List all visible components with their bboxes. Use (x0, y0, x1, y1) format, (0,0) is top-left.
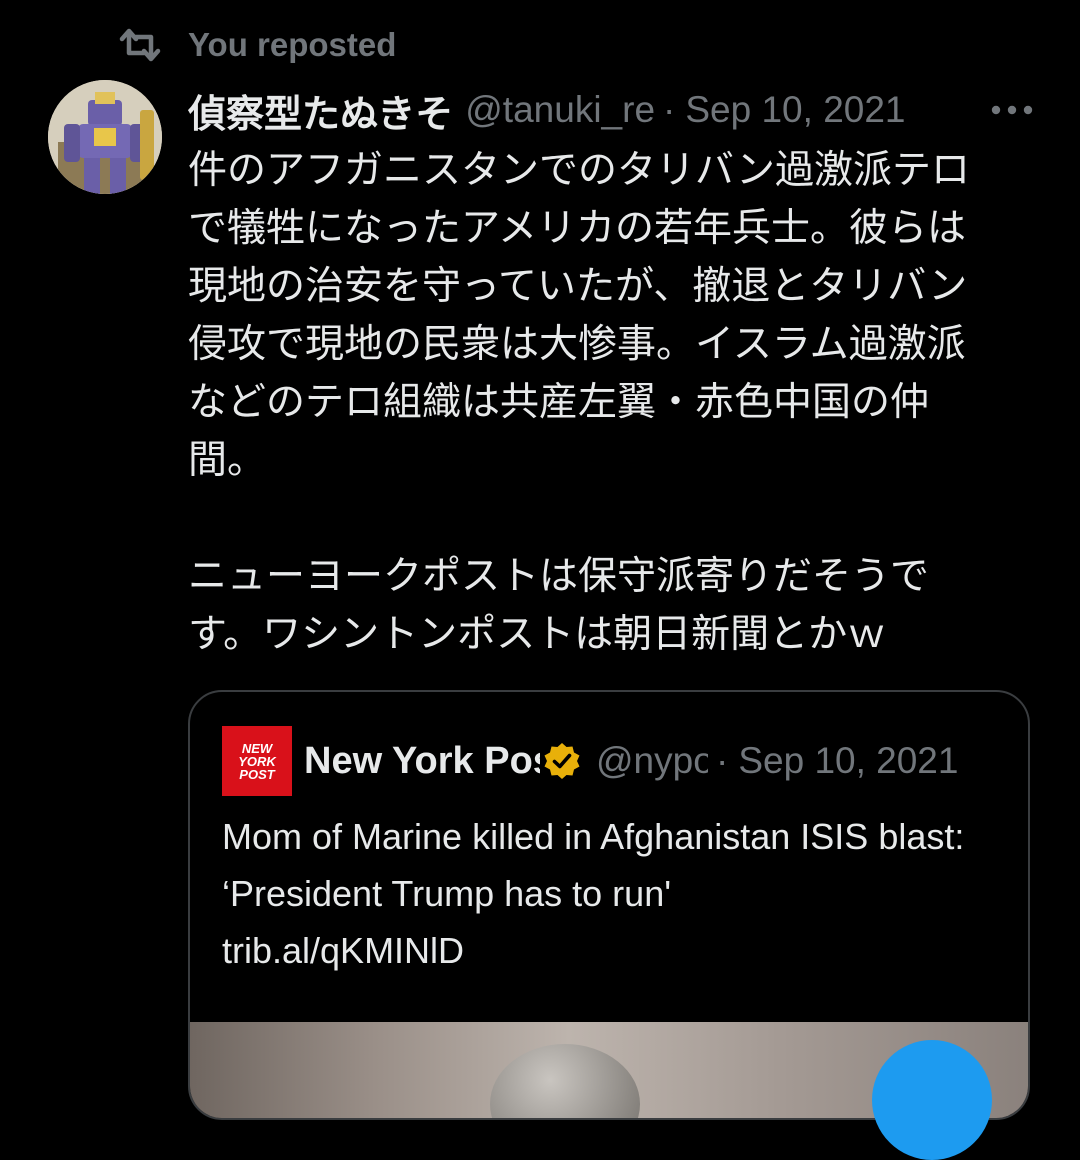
tweet-date[interactable]: Sep 10, 2021 (685, 89, 905, 131)
quoted-tweet-text: Mom of Marine killed in Afghanistan ISIS… (222, 808, 1012, 979)
repost-label: You reposted (188, 26, 397, 63)
repost-icon (118, 27, 162, 63)
quoted-link[interactable]: trib.al/qKMINlD (222, 922, 1012, 979)
logo-line-1: NEW (241, 740, 273, 756)
tweet-text: 件のアフガニスタンでのタリバン過激派テロ で犠牲になったアメリカの若年兵士。彼ら… (188, 148, 970, 657)
avatar[interactable] (48, 80, 162, 194)
author-name[interactable]: 偵察型たぬきそ (188, 83, 453, 138)
verified-badge-icon (542, 741, 582, 781)
logo-line-2: YORK (238, 753, 276, 769)
author-handle[interactable]: @tanuki_re (465, 89, 655, 131)
header-separator: · (663, 89, 676, 130)
quoted-author-handle[interactable]: @nypost (596, 740, 708, 782)
quoted-headline: Mom of Marine killed in Afghanistan ISIS… (222, 816, 965, 914)
quoted-tweet-header: NEW YORK POST New York Post @nypost · Se… (222, 726, 958, 796)
quoted-tweet-date[interactable]: Sep 10, 2021 (738, 740, 958, 782)
quoted-header-separator: · (716, 740, 729, 781)
media-subject (490, 1044, 640, 1118)
more-icon[interactable] (986, 86, 1038, 134)
logo-line-3: POST (239, 766, 275, 782)
compose-button[interactable] (872, 1040, 992, 1160)
tweet-header: 偵察型たぬきそ @tanuki_re · Sep 10, 2021 (188, 82, 1038, 138)
quoted-author-name[interactable]: New York Post (304, 740, 540, 783)
repost-indicator: You reposted (118, 22, 396, 68)
nypost-logo-icon: NEW YORK POST (222, 726, 292, 796)
